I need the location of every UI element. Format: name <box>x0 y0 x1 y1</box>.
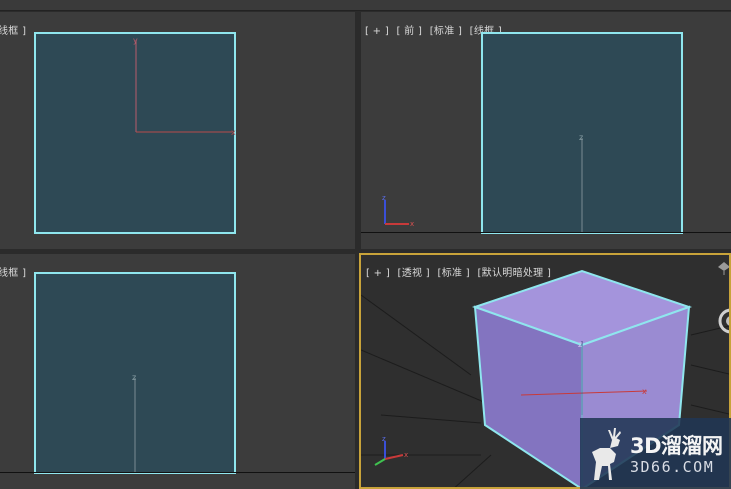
gizmo-label-x: x <box>410 220 414 228</box>
axis-tripod: z <box>132 373 136 472</box>
gizmo-label-z: z <box>382 435 386 443</box>
axis-gizmo-icon: z x <box>382 194 414 228</box>
watermark-title: 3D溜溜网 <box>630 434 723 458</box>
viewport-top-left[interactable]: 线框 ] y x <box>0 12 355 249</box>
viewport-left[interactable]: 线框 ] z <box>0 254 355 489</box>
gizmo-label-z: z <box>382 194 386 202</box>
gizmo-label-x: x <box>404 451 408 459</box>
top-toolbar-strip <box>0 0 731 11</box>
axis-label-x: x <box>231 128 236 137</box>
watermark-subtitle: 3D66.COM <box>630 458 715 476</box>
axis-tripod: y x <box>133 36 236 137</box>
axis-label-z: z <box>132 373 136 382</box>
deer-logo-icon <box>592 428 621 480</box>
viewport-front[interactable]: [ + ] [ 前 ] [标准 ] [线框 ] z z x <box>361 12 731 249</box>
watermark-banner: 3D溜溜网 3D66.COM <box>580 418 731 489</box>
axis-label-y: y <box>133 36 138 45</box>
